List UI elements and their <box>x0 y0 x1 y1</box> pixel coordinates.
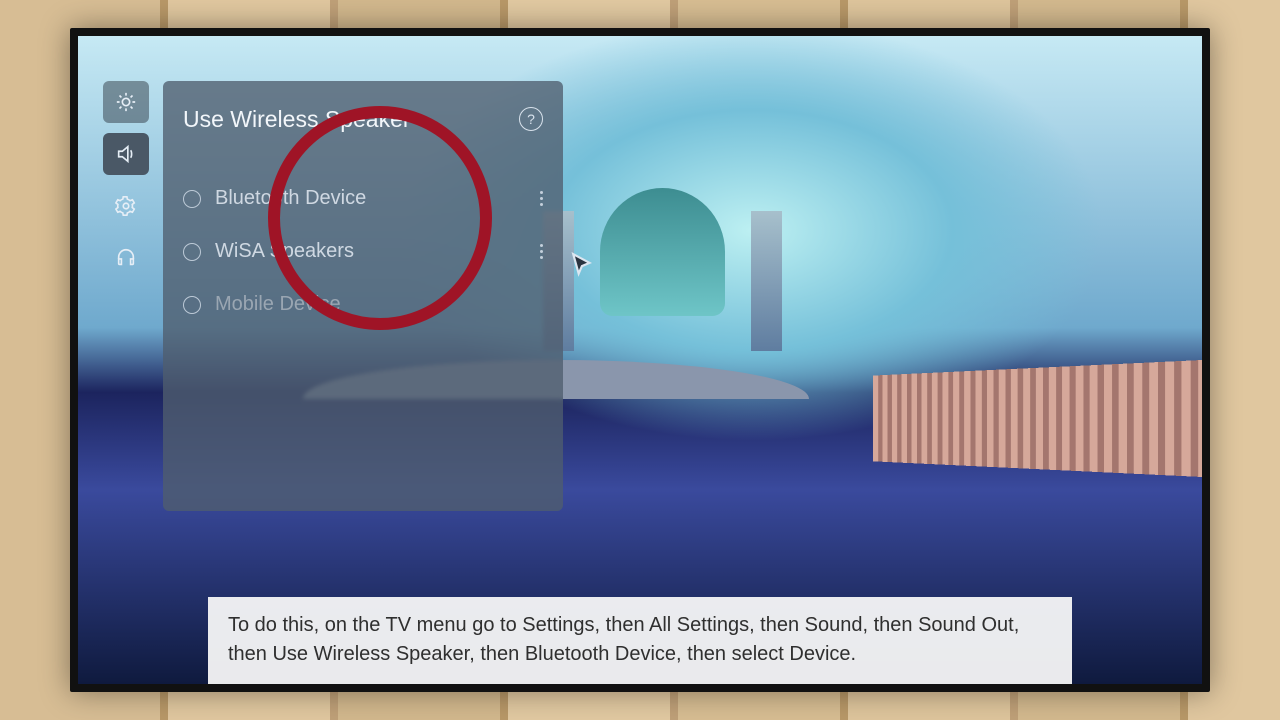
option-label: WiSA Speakers <box>215 240 354 263</box>
option-bluetooth[interactable]: Bluetooth Device <box>183 187 543 210</box>
headset-icon <box>115 247 137 269</box>
option-wisa[interactable]: WiSA Speakers <box>183 240 543 263</box>
more-icon[interactable] <box>540 244 543 259</box>
gear-icon <box>115 195 137 217</box>
brightness-icon <box>115 91 137 113</box>
option-label: Mobile Device <box>215 293 341 316</box>
option-mobile[interactable]: Mobile Device <box>183 293 543 316</box>
rail-brightness[interactable] <box>103 81 149 123</box>
panel-title: Use Wireless Speaker <box>183 106 411 133</box>
more-icon[interactable] <box>540 191 543 206</box>
radio-icon <box>183 190 201 208</box>
radio-icon <box>183 243 201 261</box>
tv-frame: Use Wireless Speaker ? Bluetooth Device … <box>70 28 1210 692</box>
radio-icon <box>183 296 201 314</box>
speaker-icon <box>115 143 137 165</box>
colonnade <box>873 360 1202 477</box>
rail-settings[interactable] <box>103 185 149 227</box>
option-label: Bluetooth Device <box>215 187 366 210</box>
wireless-speaker-panel: Use Wireless Speaker ? Bluetooth Device … <box>163 81 563 511</box>
help-button[interactable]: ? <box>519 107 543 131</box>
rail-sound[interactable] <box>103 133 149 175</box>
instruction-caption: To do this, on the TV menu go to Setting… <box>208 597 1072 684</box>
settings-rail <box>103 81 149 279</box>
pointer-cursor <box>570 252 596 278</box>
rail-support[interactable] <box>103 237 149 279</box>
option-list: Bluetooth Device WiSA Speakers Mobile De… <box>183 187 543 316</box>
